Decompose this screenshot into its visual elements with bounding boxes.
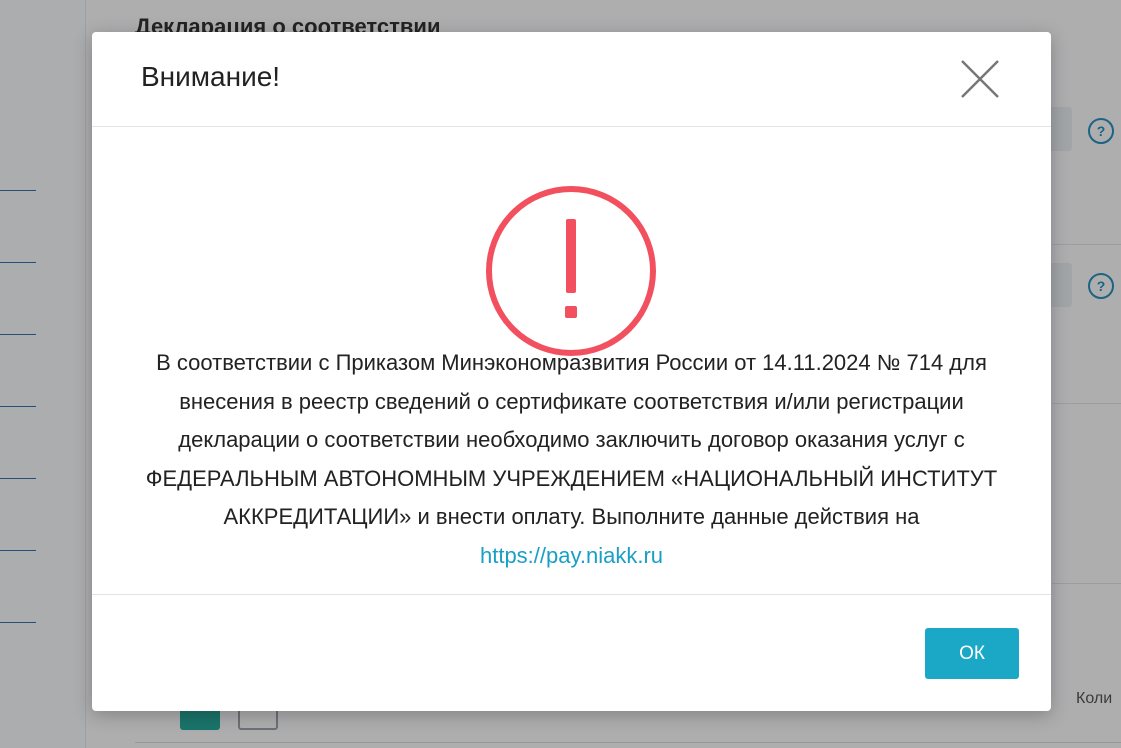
exclamation-circle-icon: [486, 186, 656, 356]
warning-message: В соответствии с Приказом Минэкономразви…: [132, 344, 1011, 575]
message-text: В соответствии с Приказом Минэкономразви…: [145, 350, 998, 529]
close-button[interactable]: [958, 57, 1002, 101]
close-icon: [961, 60, 999, 98]
payment-link[interactable]: https://pay.niakk.ru: [480, 543, 663, 568]
dialog-header: Внимание!: [92, 32, 1051, 127]
dialog-title: Внимание!: [141, 61, 281, 92]
warning-dialog: Внимание! В соответствии с Приказом Минэ…: [92, 32, 1051, 711]
dialog-footer: ОК: [92, 595, 1051, 711]
dialog-body: В соответствии с Приказом Минэкономразви…: [92, 127, 1051, 595]
ok-button[interactable]: ОК: [925, 628, 1019, 679]
